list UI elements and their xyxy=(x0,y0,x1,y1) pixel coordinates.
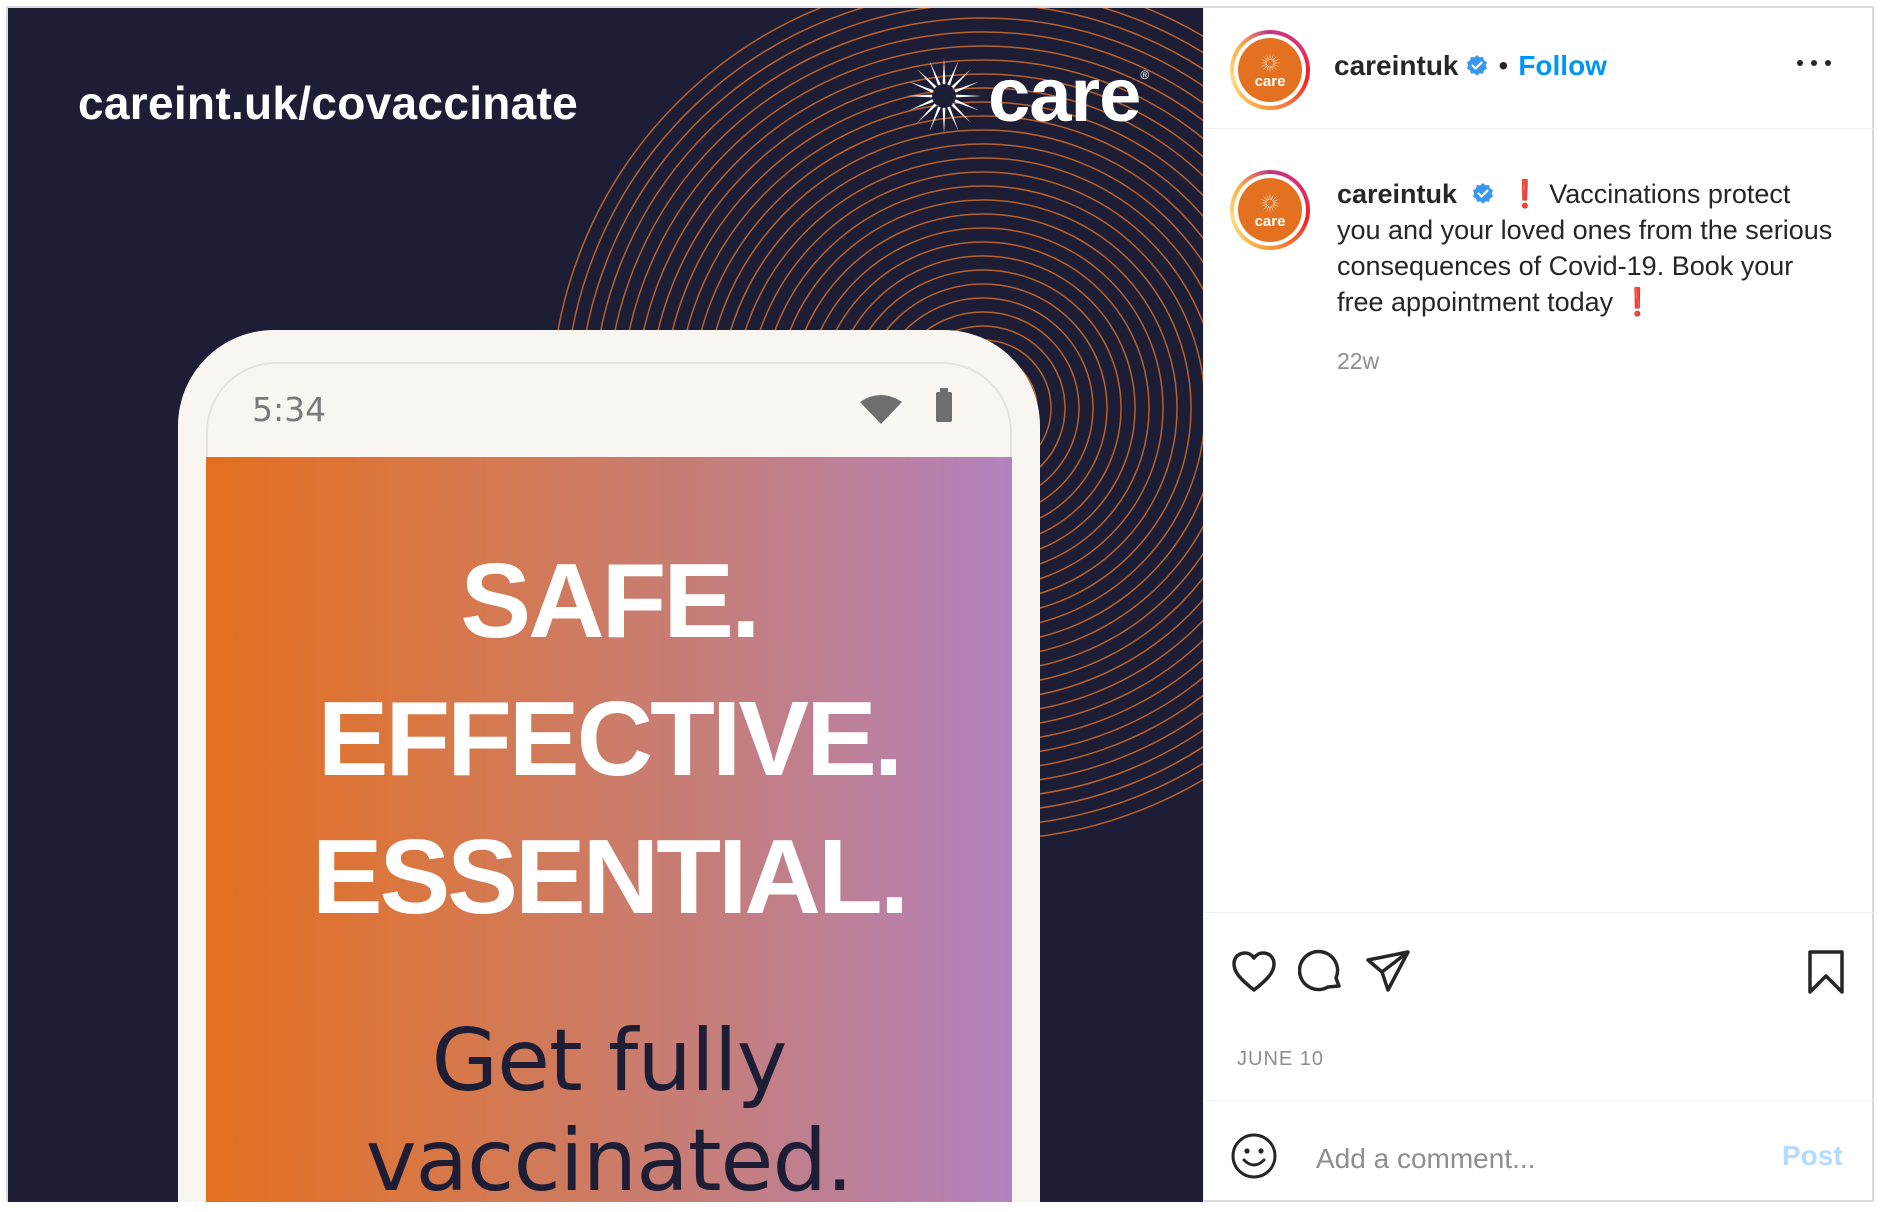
caption-username[interactable]: careintuk xyxy=(1337,179,1457,209)
share-icon[interactable] xyxy=(1364,948,1412,996)
care-burst-icon xyxy=(906,58,982,134)
avatar-label: care xyxy=(1254,212,1286,230)
wifi-icon xyxy=(860,395,902,424)
verified-badge-icon xyxy=(1472,182,1493,204)
care-burst-icon xyxy=(1259,52,1281,73)
actions-divider xyxy=(1204,912,1873,913)
avatar-disc: care xyxy=(1238,178,1302,242)
more-dot xyxy=(1825,60,1831,66)
caption-timestamp[interactable]: 22w xyxy=(1337,348,1379,375)
comment-icon[interactable] xyxy=(1298,948,1346,996)
verified-badge-icon xyxy=(1466,55,1487,76)
heart-icon[interactable] xyxy=(1230,948,1278,996)
more-dot xyxy=(1811,60,1817,66)
post-header: care careintuk • Follow xyxy=(1204,8,1873,129)
post-image: careint.uk/covaccinate care ® 5:34 SAFE.… xyxy=(8,8,1203,1202)
emoji-icon[interactable] xyxy=(1230,1132,1278,1180)
header-username[interactable]: careintuk xyxy=(1334,50,1459,82)
headline-safe: SAFE. xyxy=(460,542,760,660)
comment-input[interactable] xyxy=(1314,1138,1738,1180)
comment-divider xyxy=(1204,1100,1873,1101)
tagline: Get fully vaccinated. xyxy=(365,1011,854,1202)
bookmark-icon[interactable] xyxy=(1804,948,1848,996)
phone-screen: SAFE. EFFECTIVE. ESSENTIAL. Get fully va… xyxy=(206,457,1012,1202)
avatar-gap: care xyxy=(1234,34,1306,106)
header-identity: careintuk • Follow xyxy=(1334,50,1607,82)
care-wordmark: care xyxy=(988,53,1141,138)
avatar-label: care xyxy=(1254,72,1286,90)
phone-time: 5:34 xyxy=(252,390,327,429)
post-date[interactable]: JUNE 10 xyxy=(1237,1048,1324,1071)
avatar[interactable]: care xyxy=(1230,30,1310,110)
avatar-disc: care xyxy=(1238,38,1302,102)
registered-mark: ® xyxy=(1140,68,1150,82)
more-options-button[interactable] xyxy=(1797,52,1831,72)
exclamation-icon: ❗ xyxy=(1508,179,1542,209)
exclamation-icon: ❗ xyxy=(1620,287,1655,317)
caption-avatar[interactable]: care xyxy=(1230,170,1310,250)
phone-mockup: 5:34 SAFE. EFFECTIVE. ESSENTIAL. Get ful… xyxy=(178,330,1040,1202)
more-dot xyxy=(1797,60,1803,66)
battery-icon xyxy=(936,388,952,422)
follow-button[interactable]: Follow xyxy=(1518,50,1607,82)
headline-effective: EFFECTIVE. xyxy=(317,680,904,798)
post-sidebar: care careintuk • Follow care careintuk ❗… xyxy=(1203,8,1873,1202)
care-logo: care ® xyxy=(904,56,1149,136)
care-burst-icon xyxy=(1259,192,1281,213)
avatar-gap: care xyxy=(1234,174,1306,246)
separator-dot: • xyxy=(1498,50,1509,81)
post-comment-button[interactable]: Post xyxy=(1782,1140,1843,1172)
campaign-url: careint.uk/covaccinate xyxy=(78,77,579,129)
post-caption: careintuk ❗ Vaccinations protect you and… xyxy=(1337,176,1837,320)
headline-essential: ESSENTIAL. xyxy=(311,818,909,936)
